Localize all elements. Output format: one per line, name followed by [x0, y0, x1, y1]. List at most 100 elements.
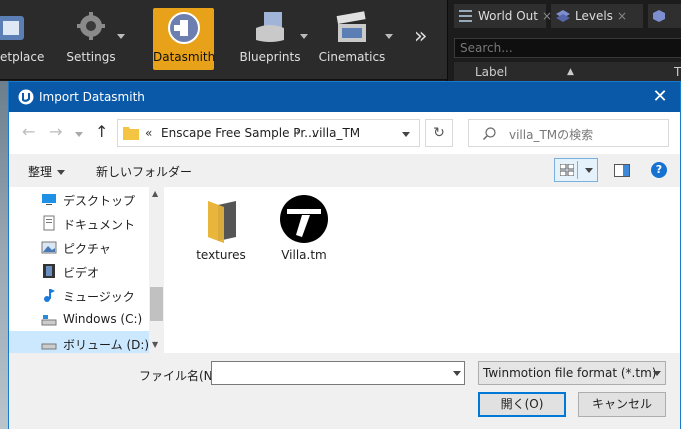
filename-history-dropdown-icon[interactable]	[453, 371, 461, 376]
address-bar: ← → ↑ « Enscape Free Sample Pr... › vill…	[9, 112, 680, 154]
blueprints-label: Blueprints	[239, 50, 301, 64]
path-breadcrumb[interactable]: « Enscape Free Sample Pr... › villa_TM	[117, 119, 420, 147]
filename-input[interactable]	[211, 361, 465, 385]
pictures-icon	[41, 241, 57, 254]
file-item-villa-tm[interactable]: Villa.tm	[269, 195, 339, 265]
cinematics-button[interactable]: Cinematics	[318, 8, 386, 70]
forward-button[interactable]: →	[49, 122, 62, 141]
sidebar-item-volume-d[interactable]: ボリューム (D:)	[9, 331, 149, 353]
tab-world-outliner-label: World Out	[478, 9, 538, 23]
folder-search-input[interactable]: villa_TMの検索	[468, 119, 669, 147]
blueprints-button[interactable]: Blueprints	[238, 8, 302, 70]
command-bar: 整理 新しいフォルダー ?	[9, 154, 680, 187]
sidebar-item-label: デスクトップ	[63, 194, 136, 208]
tab-levels[interactable]: Levels ×	[551, 4, 643, 28]
path-separator: ›	[296, 125, 301, 139]
back-button[interactable]: ←	[22, 122, 35, 141]
close-button[interactable]: ✕	[640, 82, 680, 112]
videos-icon	[43, 264, 55, 278]
sidebar-item-videos[interactable]: ビデオ	[9, 259, 149, 283]
dialog-title: Import Datasmith	[39, 90, 145, 104]
viewport-strip	[0, 81, 8, 429]
search-placeholder: villa_TMの検索	[509, 128, 594, 142]
blueprints-dropdown-icon[interactable]	[300, 34, 308, 39]
view-tiles-icon	[560, 164, 574, 176]
filetype-select[interactable]: Twinmotion file format (*.tm)	[478, 361, 666, 385]
organize-button[interactable]: 整理	[28, 163, 52, 180]
datasmith-button[interactable]: Datasmith	[153, 8, 216, 70]
help-icon: ?	[655, 163, 663, 176]
recent-locations-dropdown-icon[interactable]	[75, 132, 83, 137]
up-button[interactable]: ↑	[95, 122, 108, 141]
tab-world-outliner[interactable]: World Out ×	[454, 4, 552, 28]
cancel-button[interactable]: キャンセル	[578, 392, 666, 417]
view-dropdown-icon[interactable]	[585, 168, 593, 173]
filetype-dropdown-icon[interactable]	[653, 371, 661, 376]
import-datasmith-dialog: Import Datasmith ✕ ← → ↑ « Enscape Free …	[8, 81, 681, 429]
cube-icon	[653, 10, 665, 22]
new-folder-button[interactable]: 新しいフォルダー	[96, 163, 192, 180]
outliner-label-column-header[interactable]: Label ▲ T	[454, 62, 681, 82]
change-view-button[interactable]	[554, 158, 598, 182]
levels-icon	[556, 10, 570, 22]
outliner-search-input[interactable]: Search...	[454, 38, 681, 58]
folder-icon	[123, 127, 139, 140]
sidebar-item-desktop[interactable]: デスクトップ	[9, 187, 149, 211]
file-item-textures[interactable]: textures	[186, 195, 256, 265]
dialog-footer: ファイル名(N): Twinmotion file format (*.tm) …	[9, 353, 680, 429]
scroll-down-icon[interactable]: ▼	[152, 340, 158, 349]
sidebar-item-music[interactable]: ミュージック	[9, 283, 149, 307]
filetype-value: Twinmotion file format (*.tm)	[483, 366, 657, 380]
view-divider	[577, 161, 578, 179]
toolbar-overflow-button[interactable]: »	[414, 24, 427, 49]
file-name: Villa.tm	[281, 248, 327, 262]
sidebar-item-label: ボリューム (D:)	[63, 338, 150, 352]
editor-toolbar: etplace Settings Datasmith Blueprints Ci…	[0, 0, 447, 80]
gear-icon	[77, 12, 105, 40]
twinmotion-file-icon	[280, 195, 328, 243]
path-segment-villa[interactable]: villa_TM	[312, 126, 360, 140]
scrollbar-thumb[interactable]	[150, 287, 163, 321]
filename-label: ファイル名(N):	[139, 369, 222, 383]
sidebar-item-label: Windows (C:)	[63, 312, 143, 326]
marketplace-button[interactable]: etplace	[0, 8, 44, 70]
refresh-button[interactable]: ↻	[425, 119, 453, 147]
settings-label: Settings	[66, 50, 116, 64]
desktop-icon	[42, 194, 56, 205]
path-segment-sample[interactable]: Enscape Free Sample Pr...	[161, 126, 316, 140]
sidebar-item-label: ドキュメント	[63, 218, 136, 232]
sidebar-item-label: ミュージック	[63, 290, 135, 304]
tab-partial[interactable]	[648, 4, 681, 28]
path-overflow[interactable]: «	[145, 126, 152, 140]
file-name: textures	[196, 248, 246, 262]
organize-label: 整理	[28, 165, 53, 179]
clapperboard-icon	[336, 11, 366, 42]
sidebar-item-label: ビデオ	[63, 266, 100, 280]
scroll-up-icon[interactable]: ▲	[152, 189, 158, 198]
help-button[interactable]: ?	[651, 162, 667, 178]
unreal-logo-icon	[18, 89, 34, 105]
preview-pane-icon[interactable]	[614, 164, 630, 177]
search-icon	[483, 127, 496, 140]
datasmith-label: Datasmith	[153, 50, 216, 64]
sidebar-item-pictures[interactable]: ピクチャ	[9, 235, 149, 259]
sort-up-icon: ▲	[567, 67, 574, 77]
settings-button[interactable]: Settings	[60, 8, 122, 70]
world-outliner-panel: World Out × Levels × Search... Label ▲ T	[447, 0, 681, 84]
path-dropdown-icon[interactable]	[402, 132, 410, 137]
sidebar-item-label: ピクチャ	[63, 242, 111, 256]
organize-dropdown-icon[interactable]	[57, 170, 65, 175]
blueprints-icon	[256, 12, 284, 42]
sidebar-item-windows-c[interactable]: Windows (C:)	[9, 307, 149, 331]
close-icon[interactable]: ×	[617, 9, 627, 23]
open-button[interactable]: 開く(O)	[478, 392, 566, 417]
file-list: textures Villa.tm	[164, 187, 680, 353]
label-header-text: Label	[475, 65, 508, 79]
tab-levels-label: Levels	[575, 9, 613, 23]
sidebar-item-documents[interactable]: ドキュメント	[9, 211, 149, 235]
navigation-scrollbar[interactable]: ▲ ▼	[149, 187, 164, 353]
cinematics-dropdown-icon[interactable]	[385, 34, 393, 39]
type-header-text: T	[674, 65, 681, 79]
dialog-titlebar[interactable]: Import Datasmith ✕	[9, 82, 680, 112]
settings-dropdown-icon[interactable]	[117, 34, 125, 39]
